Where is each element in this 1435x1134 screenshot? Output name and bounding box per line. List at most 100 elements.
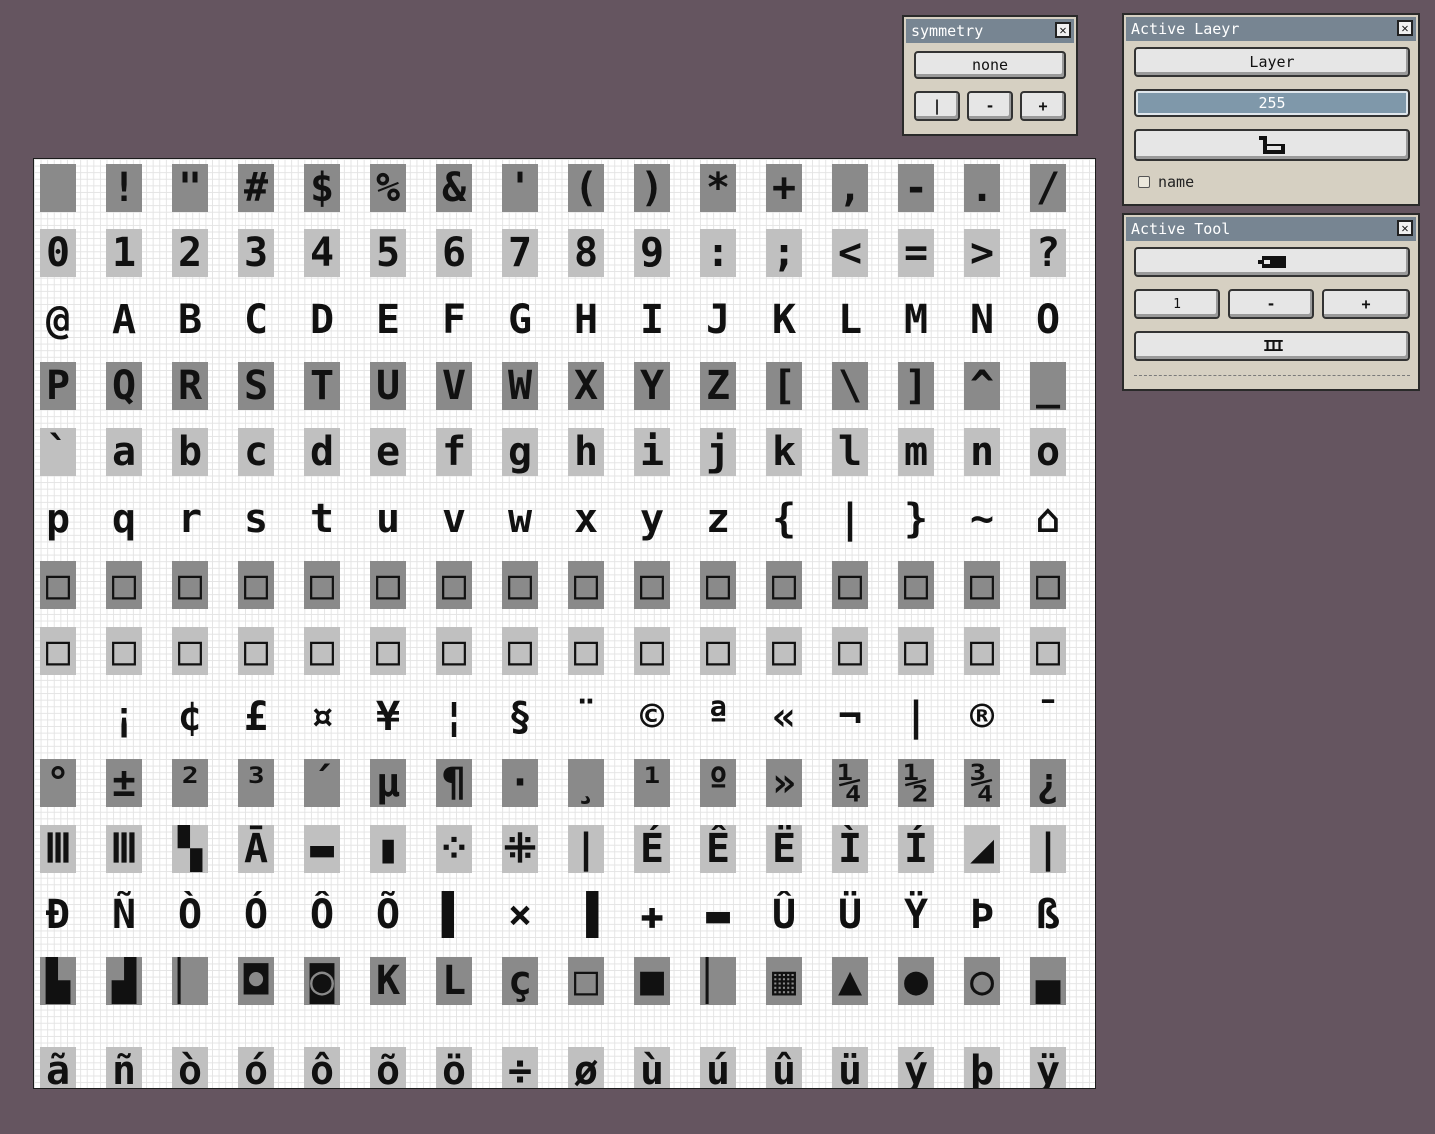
glyph-cell[interactable]: □ xyxy=(700,627,736,675)
glyph-cell[interactable]: □ xyxy=(832,561,868,609)
glyph-cell[interactable]: ⁘ xyxy=(436,825,472,873)
glyph-cell[interactable]: 7 xyxy=(502,229,538,277)
glyph-cell[interactable]: t xyxy=(304,495,340,543)
glyph-cell[interactable]: Z xyxy=(700,362,736,410)
glyph-cell[interactable]: □ xyxy=(568,957,604,1005)
glyph-cell[interactable]: v xyxy=(436,495,472,543)
glyph-cell[interactable]: □ xyxy=(700,561,736,609)
glyph-cell[interactable]: G xyxy=(502,296,538,344)
glyph-cell[interactable] xyxy=(40,693,76,741)
glyph-cell[interactable]: " xyxy=(172,164,208,212)
glyph-cell[interactable]: H xyxy=(568,296,604,344)
glyph-cell[interactable]: | xyxy=(832,495,868,543)
glyph-cell[interactable]: □ xyxy=(238,627,274,675)
glyph-cell[interactable]: ø xyxy=(568,1047,604,1088)
glyph-cell[interactable]: ¼ xyxy=(832,759,868,807)
glyph-cell[interactable]: Ⅲ xyxy=(40,825,76,873)
glyph-cell[interactable]: { xyxy=(766,495,802,543)
glyph-cell[interactable]: @ xyxy=(40,296,76,344)
glyph-cell[interactable]: Ì xyxy=(832,825,868,873)
glyph-cell[interactable]: F xyxy=(436,296,472,344)
glyph-cell[interactable]: P xyxy=(40,362,76,410)
glyph-cell[interactable]: □ xyxy=(304,627,340,675)
glyph-cell[interactable]: ^ xyxy=(964,362,1000,410)
glyph-cell[interactable]: « xyxy=(766,693,802,741)
glyph-cell[interactable]: b xyxy=(172,428,208,476)
glyph-cell[interactable]: ß xyxy=(1030,891,1066,939)
glyph-cell[interactable]: £ xyxy=(238,693,274,741)
glyph-cell[interactable]: Û xyxy=(766,891,802,939)
glyph-cell[interactable]: □ xyxy=(964,627,1000,675)
glyph-cell[interactable]: c xyxy=(238,428,274,476)
glyph-cell[interactable]: R xyxy=(172,362,208,410)
glyph-cell[interactable]: Ü xyxy=(832,891,868,939)
glyph-cell[interactable]: ' xyxy=(502,164,538,212)
glyph-cell[interactable]: ô xyxy=(304,1047,340,1088)
glyph-cell[interactable]: ▦ xyxy=(766,957,802,1005)
glyph-cell[interactable]: º xyxy=(700,759,736,807)
glyph-cell[interactable]: É xyxy=(634,825,670,873)
symmetry-mode-button[interactable]: none xyxy=(914,51,1066,79)
glyph-cell[interactable]: ñ xyxy=(106,1047,142,1088)
glyph-cell[interactable]: ª xyxy=(700,693,736,741)
glyph-cell[interactable]: × xyxy=(502,891,538,939)
glyph-cell[interactable]: □ xyxy=(106,561,142,609)
glyph-cell[interactable]: ▲ xyxy=(832,957,868,1005)
glyph-cell[interactable]: ¡ xyxy=(106,693,142,741)
glyph-cell[interactable]: u xyxy=(370,495,406,543)
glyph-cell[interactable]: I xyxy=(634,296,670,344)
glyph-cell[interactable]: O xyxy=(1030,296,1066,344)
glyph-cell[interactable]: % xyxy=(370,164,406,212)
glyph-cell[interactable]: □ xyxy=(436,561,472,609)
glyph-cell[interactable]: E xyxy=(370,296,406,344)
glyph-cell[interactable]: 0 xyxy=(40,229,76,277)
glyph-cell[interactable]: X xyxy=(568,362,604,410)
glyph-cell[interactable]: ¶ xyxy=(436,759,472,807)
glyph-cell[interactable]: l xyxy=(832,428,868,476)
glyph-cell[interactable]: 4 xyxy=(304,229,340,277)
glyph-cell[interactable]: ¹ xyxy=(634,759,670,807)
glyph-cell[interactable]: ▏ xyxy=(172,957,208,1005)
glyph-cell[interactable]: K xyxy=(370,957,406,1005)
glyph-cell[interactable]: * xyxy=(700,164,736,212)
glyph-cell[interactable]: □ xyxy=(766,627,802,675)
glyph-cell[interactable]: » xyxy=(766,759,802,807)
glyph-cell[interactable]: ▐ xyxy=(568,891,604,939)
glyph-cell[interactable]: Ë xyxy=(766,825,802,873)
glyph-cell[interactable]: Ÿ xyxy=(898,891,934,939)
glyph-cell[interactable]: ▟ xyxy=(106,957,142,1005)
glyph-cell[interactable]: ▚ xyxy=(172,825,208,873)
glyph-cell[interactable]: ¯ xyxy=(1030,693,1066,741)
glyph-cell[interactable]: ã xyxy=(40,1047,76,1088)
symmetry-both-button[interactable]: + xyxy=(1020,91,1066,121)
glyph-cell[interactable]: □ xyxy=(238,561,274,609)
glyph-cell[interactable]: ¿ xyxy=(1030,759,1066,807)
glyph-cell[interactable]: § xyxy=(502,693,538,741)
glyph-cell[interactable]: ) xyxy=(634,164,670,212)
glyph-cell[interactable]: K xyxy=(766,296,802,344)
glyph-cell[interactable]: y xyxy=(634,495,670,543)
glyph-cell[interactable]: □ xyxy=(634,627,670,675)
glyph-cell[interactable]: □ xyxy=(898,627,934,675)
glyph-cell[interactable]: ■ xyxy=(634,957,670,1005)
glyph-cell[interactable]: ⁜ xyxy=(502,825,538,873)
glyph-cell[interactable]: □ xyxy=(370,627,406,675)
glyph-cell[interactable]: Ñ xyxy=(106,891,142,939)
glyph-cell[interactable]: ⌂ xyxy=(1030,495,1066,543)
glyph-cell[interactable]: | xyxy=(898,693,934,741)
glyph-cell[interactable]: □ xyxy=(1030,627,1066,675)
glyph-cell[interactable]: } xyxy=(898,495,934,543)
glyph-cell[interactable]: ó xyxy=(238,1047,274,1088)
glyph-cell[interactable]: ® xyxy=(964,693,1000,741)
glyph-cell[interactable]: 8 xyxy=(568,229,604,277)
glyph-cell[interactable]: ▬ xyxy=(304,825,340,873)
glyph-cell[interactable]: = xyxy=(898,229,934,277)
symmetry-vertical-button[interactable]: | xyxy=(914,91,960,121)
glyph-cell[interactable]: © xyxy=(634,693,670,741)
glyph-cell[interactable]: □ xyxy=(106,627,142,675)
glyph-cell[interactable]: 9 xyxy=(634,229,670,277)
close-icon[interactable]: ✕ xyxy=(1055,22,1071,38)
glyph-cell[interactable]: □ xyxy=(502,561,538,609)
glyph-cell[interactable]: ( xyxy=(568,164,604,212)
glyph-cell[interactable]: | xyxy=(1030,825,1066,873)
